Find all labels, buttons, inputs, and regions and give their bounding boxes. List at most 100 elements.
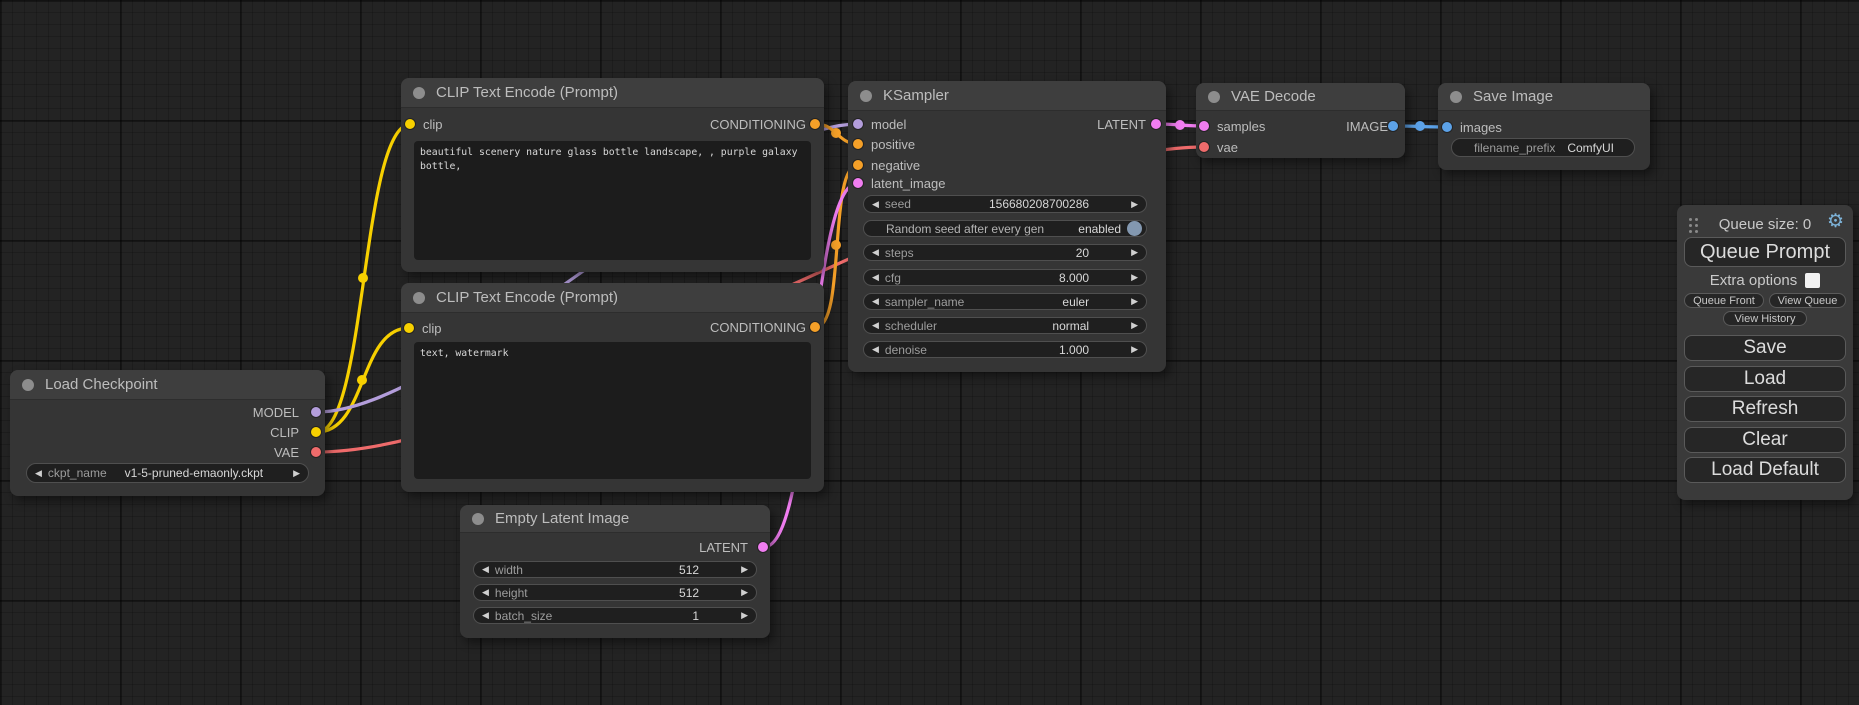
next-value-arrow-icon[interactable]: ▶ [1131, 297, 1138, 306]
node-load-checkpoint[interactable]: Load Checkpoint MODEL CLIP VAE ◀ ckpt_na… [10, 370, 325, 496]
input-port-model[interactable] [853, 119, 863, 129]
load-button[interactable]: Load [1684, 366, 1846, 392]
collapse-dot-icon[interactable] [413, 87, 425, 99]
widget-filename-prefix[interactable]: filename_prefix ComfyUI [1451, 138, 1635, 157]
queue-prompt-button[interactable]: Queue Prompt [1684, 237, 1846, 267]
prev-value-arrow-icon[interactable]: ◀ [872, 273, 879, 282]
next-value-arrow-icon[interactable]: ▶ [1131, 345, 1138, 354]
widget-seed[interactable]: ◀ seed 156680208700286 ▶ [863, 195, 1147, 213]
input-port-latent-image[interactable] [853, 178, 863, 188]
output-port-vae[interactable] [311, 447, 321, 457]
prompt-textarea[interactable]: beautiful scenery nature glass bottle la… [414, 141, 811, 260]
input-label-clip: clip [422, 321, 442, 336]
collapse-dot-icon[interactable] [860, 90, 872, 102]
next-value-arrow-icon[interactable]: ▶ [1131, 200, 1138, 209]
widget-label: denoise [885, 343, 927, 357]
widget-value: 20 [1076, 246, 1089, 260]
node-ksampler[interactable]: KSampler model positive negative latent_… [848, 81, 1166, 372]
node-title-bar[interactable]: CLIP Text Encode (Prompt) [401, 78, 824, 108]
prev-value-arrow-icon[interactable]: ◀ [872, 345, 879, 354]
collapse-dot-icon[interactable] [1208, 91, 1220, 103]
next-value-arrow-icon[interactable]: ▶ [741, 565, 748, 574]
output-port-conditioning[interactable] [810, 119, 820, 129]
widget-value: 1 [692, 609, 699, 623]
view-history-button[interactable]: View History [1723, 311, 1807, 326]
node-save-image[interactable]: Save Image images filename_prefix ComfyU… [1438, 83, 1650, 170]
settings-gear-icon[interactable]: ⚙ [1827, 212, 1844, 231]
output-port-latent[interactable] [758, 542, 768, 552]
output-port-model[interactable] [311, 407, 321, 417]
wire-midpoint-dot [831, 128, 841, 138]
node-title: VAE Decode [1231, 88, 1316, 105]
graph-canvas[interactable]: Load Checkpoint MODEL CLIP VAE ◀ ckpt_na… [0, 0, 1859, 705]
input-port-negative[interactable] [853, 160, 863, 170]
widget-denoise[interactable]: ◀ denoise 1.000 ▶ [863, 341, 1147, 358]
prev-value-arrow-icon[interactable]: ◀ [872, 200, 879, 209]
wire-midpoint-dot [1175, 120, 1185, 130]
view-queue-button[interactable]: View Queue [1769, 293, 1846, 308]
widget-value: 512 [679, 563, 699, 577]
collapse-dot-icon[interactable] [413, 292, 425, 304]
prev-value-arrow-icon[interactable]: ◀ [482, 611, 489, 620]
queue-front-button[interactable]: Queue Front [1684, 293, 1764, 308]
extra-options-checkbox[interactable] [1805, 273, 1820, 288]
node-title-bar[interactable]: Empty Latent Image [460, 505, 770, 533]
next-value-arrow-icon[interactable]: ▶ [1131, 273, 1138, 282]
prev-value-arrow-icon[interactable]: ◀ [35, 469, 42, 478]
input-label-vae: vae [1217, 140, 1238, 155]
node-title-bar[interactable]: Save Image [1438, 83, 1650, 111]
input-port-clip[interactable] [405, 119, 415, 129]
widget-random-seed-toggle[interactable]: Random seed after every gen enabled [863, 220, 1147, 237]
node-title-bar[interactable]: VAE Decode [1196, 83, 1405, 111]
output-port-latent[interactable] [1151, 119, 1161, 129]
collapse-dot-icon[interactable] [1450, 91, 1462, 103]
input-port-samples[interactable] [1199, 121, 1209, 131]
output-port-conditioning[interactable] [810, 322, 820, 332]
node-title-bar[interactable]: CLIP Text Encode (Prompt) [401, 283, 824, 313]
input-port-positive[interactable] [853, 139, 863, 149]
output-label-latent: LATENT [699, 540, 748, 555]
toggle-enabled-icon[interactable] [1127, 221, 1142, 236]
widget-cfg[interactable]: ◀ cfg 8.000 ▶ [863, 269, 1147, 286]
widget-ckpt-name[interactable]: ◀ ckpt_name v1-5-pruned-emaonly.ckpt ▶ [26, 463, 309, 483]
widget-scheduler[interactable]: ◀ scheduler normal ▶ [863, 317, 1147, 334]
input-port-vae[interactable] [1199, 142, 1209, 152]
output-port-clip[interactable] [311, 427, 321, 437]
node-clip-text-encode-positive[interactable]: CLIP Text Encode (Prompt) clip CONDITION… [401, 78, 824, 272]
node-title-bar[interactable]: Load Checkpoint [10, 370, 325, 400]
node-title: Load Checkpoint [45, 376, 158, 393]
prev-value-arrow-icon[interactable]: ◀ [482, 588, 489, 597]
collapse-dot-icon[interactable] [22, 379, 34, 391]
prev-value-arrow-icon[interactable]: ◀ [482, 565, 489, 574]
widget-sampler-name[interactable]: ◀ sampler_name euler ▶ [863, 293, 1147, 310]
next-value-arrow-icon[interactable]: ▶ [1131, 248, 1138, 257]
widget-value: v1-5-pruned-emaonly.ckpt [125, 466, 264, 480]
save-button[interactable]: Save [1684, 335, 1846, 361]
widget-label: filename_prefix [1474, 141, 1555, 155]
wire-midpoint-dot [357, 375, 367, 385]
clear-button[interactable]: Clear [1684, 427, 1846, 453]
node-title-bar[interactable]: KSampler [848, 81, 1166, 111]
prompt-textarea[interactable]: text, watermark [414, 342, 811, 479]
collapse-dot-icon[interactable] [472, 513, 484, 525]
next-value-arrow-icon[interactable]: ▶ [741, 588, 748, 597]
refresh-button[interactable]: Refresh [1684, 396, 1846, 422]
load-default-button[interactable]: Load Default [1684, 457, 1846, 483]
input-port-images[interactable] [1442, 122, 1452, 132]
node-empty-latent-image[interactable]: Empty Latent Image LATENT ◀ width 512 ▶ … [460, 505, 770, 638]
prev-value-arrow-icon[interactable]: ◀ [872, 321, 879, 330]
widget-width[interactable]: ◀ width 512 ▶ [473, 561, 757, 578]
prev-value-arrow-icon[interactable]: ◀ [872, 248, 879, 257]
next-value-arrow-icon[interactable]: ▶ [741, 611, 748, 620]
input-port-clip[interactable] [404, 323, 414, 333]
output-label-clip: CLIP [270, 425, 299, 440]
prev-value-arrow-icon[interactable]: ◀ [872, 297, 879, 306]
widget-steps[interactable]: ◀ steps 20 ▶ [863, 244, 1147, 261]
node-clip-text-encode-negative[interactable]: CLIP Text Encode (Prompt) clip CONDITION… [401, 283, 824, 492]
node-vae-decode[interactable]: VAE Decode samples vae IMAGE [1196, 83, 1405, 158]
widget-batch-size[interactable]: ◀ batch_size 1 ▶ [473, 607, 757, 624]
next-value-arrow-icon[interactable]: ▶ [1131, 321, 1138, 330]
next-value-arrow-icon[interactable]: ▶ [293, 469, 300, 478]
widget-height[interactable]: ◀ height 512 ▶ [473, 584, 757, 601]
output-port-image[interactable] [1388, 121, 1398, 131]
